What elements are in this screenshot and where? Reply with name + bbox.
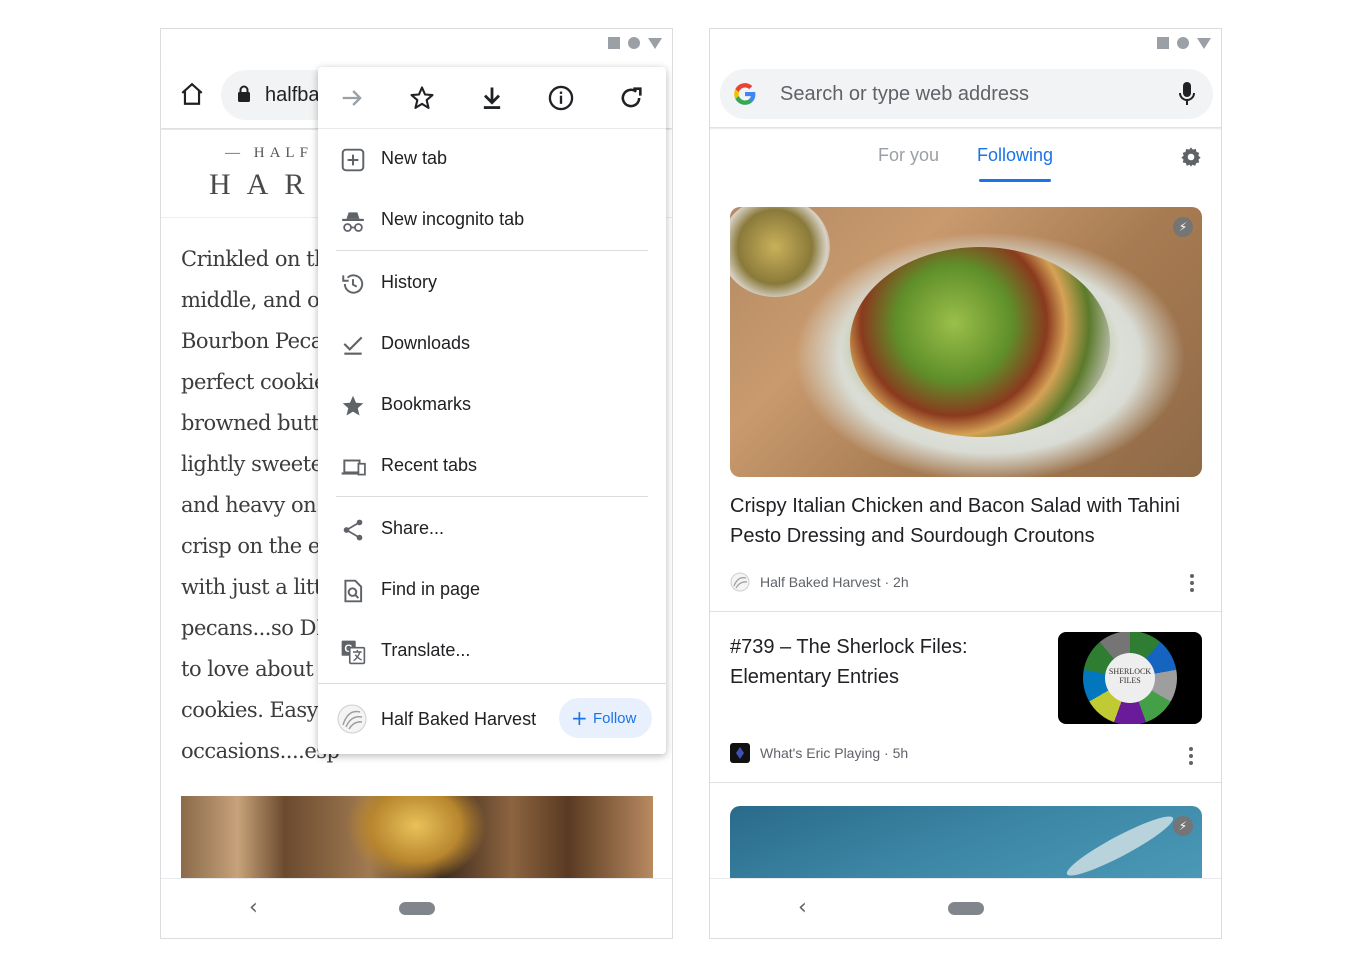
status-bar <box>608 37 662 49</box>
toolbar-shadow <box>710 127 1221 130</box>
search-bar[interactable]: Search or type web address <box>720 69 1213 119</box>
gear-icon[interactable] <box>1180 146 1202 168</box>
menu-item-translate[interactable]: G Translate... <box>318 621 666 681</box>
menu-item-label: Recent tabs <box>381 455 478 475</box>
bookmarks-icon <box>342 395 364 416</box>
back-icon[interactable]: ‹ <box>798 895 807 920</box>
star-icon[interactable] <box>408 84 436 112</box>
menu-item-label: New tab <box>381 148 448 168</box>
follow-label: Follow <box>593 710 637 727</box>
info-icon[interactable] <box>547 84 575 112</box>
downloads-icon <box>343 336 363 355</box>
signal-icon <box>648 37 662 49</box>
menu-item-find-in-page[interactable]: Find in page <box>318 560 666 620</box>
salad <box>850 247 1110 437</box>
find-in-page-icon <box>344 579 363 603</box>
home-pill-icon[interactable] <box>399 902 435 915</box>
article-image-ocean[interactable]: ⚡ <box>730 806 1202 886</box>
lock-icon <box>238 85 250 102</box>
square-icon <box>1157 37 1169 49</box>
download-icon[interactable] <box>478 84 506 112</box>
back-icon[interactable]: ‹ <box>249 895 258 920</box>
card-divider <box>710 782 1221 783</box>
mic-icon[interactable] <box>1178 81 1196 107</box>
source-favicon-icon <box>730 572 750 592</box>
card-title[interactable]: #739 – The Sherlock Files: Elementary En… <box>730 632 1030 692</box>
follow-button[interactable]: + Follow <box>559 698 652 738</box>
dressing-bowl <box>730 207 830 297</box>
more-options-icon[interactable] <box>1190 574 1194 592</box>
android-nav-bar: ‹ <box>710 878 1221 938</box>
card-meta: What's Eric Playing · 5h <box>760 745 909 761</box>
new-tab-icon <box>341 148 365 172</box>
android-nav-bar: ‹ <box>161 878 672 938</box>
whale <box>1062 809 1178 883</box>
status-bar <box>1157 37 1211 49</box>
tab-for-you[interactable]: For you <box>878 145 939 166</box>
active-tab-indicator <box>979 179 1051 182</box>
site-logo-top: — HALF <box>225 145 313 161</box>
menu-item-new-incognito-tab[interactable]: New incognito tab <box>318 190 666 250</box>
translate-icon: G <box>341 640 366 665</box>
menu-item-new-tab[interactable]: New tab <box>318 129 666 189</box>
article-thumbnail[interactable]: SHERLOCK FILES <box>1058 632 1202 724</box>
recent-tabs-icon <box>341 459 366 476</box>
menu-item-share[interactable]: Share... <box>318 499 666 559</box>
menu-divider <box>336 250 648 251</box>
incognito-icon <box>342 212 364 232</box>
menu-item-label: Translate... <box>381 640 471 660</box>
menu-item-bookmarks[interactable]: Bookmarks <box>318 375 666 435</box>
site-favicon-icon <box>337 704 367 734</box>
overflow-menu: New tab New incognito tab History Downlo… <box>318 67 666 754</box>
menu-icon-row <box>318 67 666 129</box>
home-icon[interactable] <box>179 81 205 107</box>
refresh-icon[interactable] <box>617 84 645 112</box>
menu-divider <box>336 496 648 497</box>
footer-site-name: Half Baked Harvest <box>381 709 537 729</box>
square-icon <box>608 37 620 49</box>
amp-bolt-icon: ⚡ <box>1173 816 1193 836</box>
plus-icon: + <box>571 706 588 730</box>
card-title[interactable]: Crispy Italian Chicken and Bacon Salad w… <box>730 491 1200 551</box>
google-logo-icon <box>734 83 756 105</box>
signal-icon <box>1197 37 1211 49</box>
card-meta: Half Baked Harvest · 2h <box>760 574 909 590</box>
card-divider <box>710 611 1221 612</box>
menu-item-label: Share... <box>381 518 445 538</box>
menu-item-history[interactable]: History <box>318 253 666 313</box>
phone-left: halfba — HALF HAR Crinkled on th middle,… <box>160 28 673 939</box>
share-icon <box>343 519 363 541</box>
thumbnail-text: SHERLOCK FILES <box>1105 653 1155 703</box>
menu-item-label: Downloads <box>381 333 471 353</box>
menu-item-label: History <box>381 272 438 292</box>
home-pill-icon[interactable] <box>948 902 984 915</box>
source-favicon-icon <box>730 743 750 763</box>
menu-item-label: Bookmarks <box>381 394 472 414</box>
site-logo-bottom: HAR <box>209 168 321 201</box>
article-image <box>181 796 653 879</box>
amp-bolt-icon: ⚡ <box>1173 217 1193 237</box>
article-image-salad[interactable]: ⚡ <box>730 207 1202 477</box>
more-options-icon[interactable] <box>1189 747 1193 765</box>
menu-item-label: New incognito tab <box>381 209 525 229</box>
menu-item-label: Find in page <box>381 579 481 599</box>
tab-following[interactable]: Following <box>977 145 1053 166</box>
url-text: halfba <box>265 84 320 106</box>
menu-item-recent-tabs[interactable]: Recent tabs <box>318 436 666 496</box>
menu-footer-follow: Half Baked Harvest + Follow <box>318 683 666 754</box>
circle-icon <box>628 37 640 49</box>
history-icon <box>342 274 364 294</box>
circle-icon <box>1177 37 1189 49</box>
menu-item-downloads[interactable]: Downloads <box>318 314 666 374</box>
thumbnail-ring: SHERLOCK FILES <box>1083 632 1177 724</box>
phone-right: Search or type web address For you Follo… <box>709 28 1222 939</box>
forward-icon[interactable] <box>338 84 366 112</box>
search-input[interactable]: Search or type web address <box>780 83 1029 106</box>
